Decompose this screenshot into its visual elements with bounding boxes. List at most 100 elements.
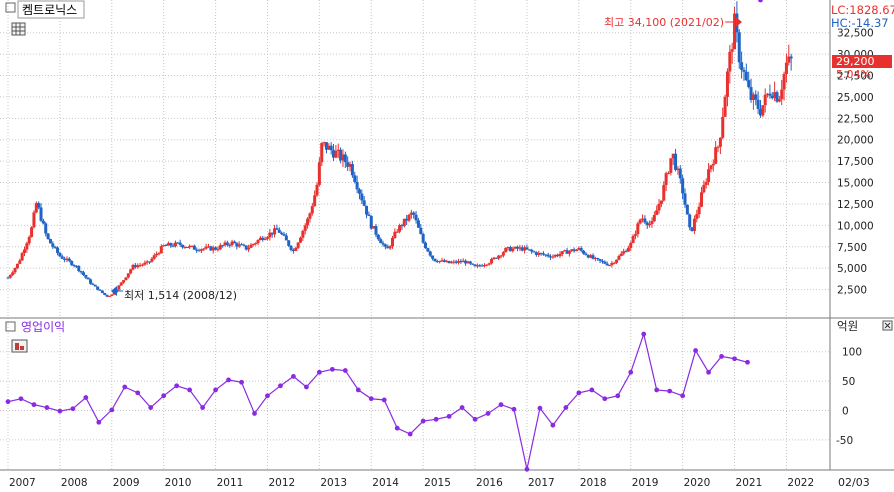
profit-point <box>537 405 543 411</box>
candle-body <box>294 247 298 251</box>
candle-body <box>91 283 95 285</box>
candle-body <box>152 255 156 259</box>
profit-point <box>187 387 193 393</box>
min-annotation-text: 최저 1,514 (2008/12) <box>124 289 237 302</box>
last-price-label: 29,200 <box>836 55 875 68</box>
profit-point <box>239 379 244 385</box>
candle-body <box>789 56 793 59</box>
candle-body <box>299 237 303 243</box>
candle-body <box>784 62 788 74</box>
profit-point <box>5 399 11 405</box>
year-tick-label: 2008 <box>61 477 88 489</box>
close-icon[interactable] <box>882 320 893 331</box>
candle-body <box>343 154 347 163</box>
candle-body <box>730 49 734 52</box>
candle-body <box>501 252 505 256</box>
candle-body <box>20 253 24 261</box>
candle-body <box>598 259 602 261</box>
candle-body <box>490 259 494 264</box>
candle-body <box>407 214 411 221</box>
candle-body <box>25 243 29 250</box>
stock-chart-canvas[interactable]: 2,500 5,000 7,500 10,000 12,500 15,000 17,500 2… <box>0 0 894 492</box>
price-tick-label: 17,500 <box>837 156 874 168</box>
candle-body <box>683 193 687 205</box>
max-annotation-text: 최고 34,100 (2021/02) <box>604 16 724 29</box>
price-tick-label: 2,500 <box>837 285 867 297</box>
candle-body <box>6 277 10 279</box>
candle-body <box>310 206 314 214</box>
candle-body <box>740 62 744 70</box>
last-price-box: 29,200 <box>832 55 892 68</box>
profit-point <box>200 405 206 410</box>
price-tick-label: 22,500 <box>837 113 874 125</box>
candle-body <box>126 273 130 278</box>
candle-body <box>688 214 692 228</box>
max-annotation: 최고 34,100 (2021/02) <box>604 16 742 29</box>
candle-body <box>716 146 720 148</box>
price-tick-label: 12,500 <box>837 199 874 211</box>
profit-point <box>433 416 439 422</box>
candle-body <box>214 247 218 250</box>
candle-body <box>67 258 71 261</box>
year-tick-label: 2012 <box>268 477 295 489</box>
candle-body <box>756 99 760 109</box>
candle-body <box>11 272 15 276</box>
year-tick-label: 2016 <box>476 477 503 489</box>
change-label: 5.04% <box>836 68 871 81</box>
candle-body <box>56 247 60 253</box>
candle-body <box>471 263 475 265</box>
candle-body <box>636 223 640 235</box>
candle-body <box>8 275 12 278</box>
candle-body <box>317 162 321 185</box>
grid-menu-icon[interactable] <box>11 22 26 36</box>
profit-point <box>252 411 257 416</box>
candle-body <box>18 260 22 264</box>
candle-body <box>664 173 668 186</box>
min-annotation: 최저 1,514 (2008/12) <box>111 286 237 302</box>
date-axis-ticks: 2007 2008 2009 2010 2011 2012 2013 2014 2015 2016… <box>9 477 814 489</box>
candle-body <box>728 51 732 72</box>
candle-body <box>60 256 64 259</box>
candle-body <box>221 245 225 247</box>
profit-point <box>693 348 699 353</box>
candle-body <box>357 189 361 194</box>
candle-body <box>499 255 503 257</box>
candle-body <box>79 271 83 273</box>
profit-point <box>278 383 283 389</box>
profit-point <box>31 402 37 408</box>
candle-body <box>287 240 291 246</box>
profit-point <box>291 373 296 379</box>
bar-menu-icon[interactable] <box>11 339 28 353</box>
candle-body <box>308 213 312 219</box>
year-tick-label: 2015 <box>424 477 451 489</box>
candle-body <box>487 263 491 265</box>
profit-point <box>83 395 89 400</box>
candle-body <box>383 244 387 247</box>
price-tick-label: 5,000 <box>837 263 867 275</box>
candle-body <box>169 243 173 246</box>
profit-point <box>628 369 634 375</box>
profit-point <box>446 413 452 419</box>
year-tick-label: 2018 <box>580 477 607 489</box>
candle-body <box>525 247 529 250</box>
candle-body <box>782 73 786 90</box>
candle-body <box>582 250 586 254</box>
candle-body <box>707 169 711 183</box>
price-tick-label: 7,500 <box>837 242 867 254</box>
profit-point <box>381 397 387 403</box>
candle-body <box>265 237 269 239</box>
profit-point <box>745 359 750 365</box>
candle-body <box>275 228 279 230</box>
candle-body <box>763 94 767 106</box>
candle-body <box>107 295 111 297</box>
candle-body <box>362 200 366 206</box>
sub-title-box[interactable]: 영업이익 <box>5 320 65 334</box>
candle-body <box>284 235 288 241</box>
candle-body <box>277 229 281 233</box>
candle-body <box>669 158 673 173</box>
candle-body <box>659 200 663 204</box>
year-tick-label: 2011 <box>217 477 244 489</box>
candle-body <box>428 251 432 256</box>
stock-title-box[interactable]: 켐트로닉스 <box>5 0 85 19</box>
candle-body <box>546 254 550 257</box>
